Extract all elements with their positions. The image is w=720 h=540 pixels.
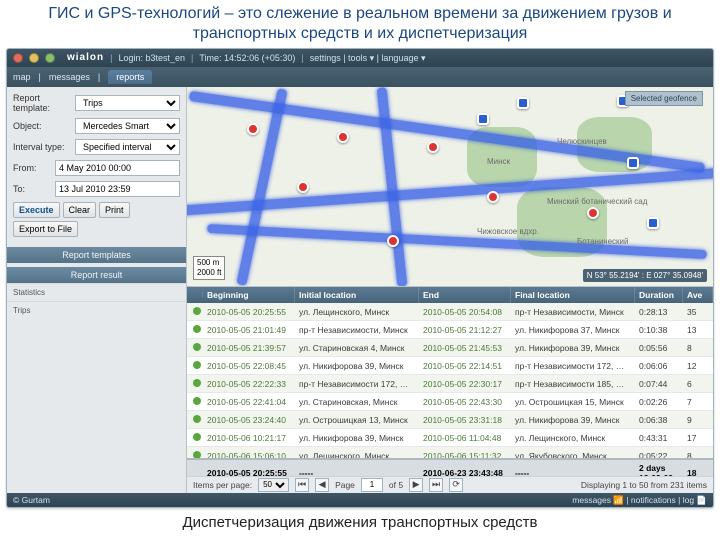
window-controls: [13, 53, 58, 66]
time-label: Time: 14:52:06 (+05:30): [199, 49, 295, 67]
report-form: Report template: Trips Object: Mercedes …: [7, 87, 186, 243]
trips-row[interactable]: Trips: [7, 301, 186, 319]
geofence-label: Selected geofence: [625, 91, 703, 106]
table-row[interactable]: 2010-05-06 10:21:17ул. Никифорова 39, Ми…: [187, 429, 713, 447]
tab-messages[interactable]: messages: [49, 72, 90, 82]
print-button[interactable]: Print: [99, 202, 130, 218]
page-of: of 5: [389, 480, 403, 490]
maximize-icon[interactable]: [45, 53, 55, 63]
tab-reports[interactable]: reports: [108, 70, 152, 84]
table-header: Beginning Initial location End Final loc…: [187, 287, 713, 303]
tab-map[interactable]: map: [13, 72, 31, 82]
map[interactable]: Минск Челюскинцев Минский ботанический с…: [187, 87, 713, 287]
prev-page-button[interactable]: ◀: [315, 478, 329, 492]
report-result-header[interactable]: Report result: [7, 267, 186, 283]
to-label: To:: [13, 184, 51, 194]
trips-table: Beginning Initial location End Final loc…: [187, 287, 713, 493]
object-label: Object:: [13, 121, 71, 131]
table-row[interactable]: 2010-05-05 23:24:40ул. Острошицкая 13, М…: [187, 411, 713, 429]
template-label: Report template:: [13, 93, 71, 113]
pager-display: Displaying 1 to 50 from 231 items: [581, 480, 707, 490]
from-label: From:: [13, 163, 51, 173]
table-row[interactable]: 2010-05-05 21:01:49пр-т Независимости, М…: [187, 321, 713, 339]
slide-title: ГИС и GPS-технологий – это слежение в ре…: [0, 0, 720, 46]
topbar-links[interactable]: settings | tools ▾ | language ▾: [310, 49, 426, 67]
login-label: Login: b3test_en: [118, 49, 185, 67]
map-scale: 500 m2000 ft: [193, 256, 225, 280]
page-input[interactable]: [361, 478, 383, 492]
from-input[interactable]: [55, 160, 180, 176]
next-page-button[interactable]: ▶: [409, 478, 423, 492]
clear-button[interactable]: Clear: [63, 202, 97, 218]
first-page-button[interactable]: ⏮: [295, 478, 309, 492]
table-summary: 2010-05-05 20:25:55 ----- 2010-06-23 23:…: [187, 458, 713, 476]
status-dot-icon: [193, 451, 201, 458]
to-input[interactable]: [55, 181, 180, 197]
refresh-button[interactable]: ⟳: [449, 478, 463, 492]
copyright: © Gurtam: [13, 493, 50, 507]
sidebar: Report template: Trips Object: Mercedes …: [7, 87, 187, 493]
items-per-page-select[interactable]: 50: [258, 478, 289, 492]
table-row[interactable]: 2010-05-05 22:22:33пр-т Независимости 17…: [187, 375, 713, 393]
main-panel: Минск Челюскинцев Минский ботанический с…: [187, 87, 713, 493]
table-row[interactable]: 2010-05-05 22:41:04ул. Стариновская, Мин…: [187, 393, 713, 411]
status-dot-icon: [193, 433, 201, 441]
export-button[interactable]: Export to File: [13, 221, 78, 237]
items-per-page-label: Items per page:: [193, 480, 252, 490]
template-select[interactable]: Trips: [75, 95, 180, 111]
table-row[interactable]: 2010-05-05 20:25:55ул. Лещинского, Минск…: [187, 303, 713, 321]
app-window: wialon | Login: b3test_en | Time: 14:52:…: [6, 48, 714, 508]
interval-label: Interval type:: [13, 142, 71, 152]
pager: Items per page: 50 ⏮ ◀ Page of 5 ▶ ⏭ ⟳ D…: [187, 476, 713, 493]
status-dot-icon: [193, 361, 201, 369]
status-right[interactable]: messages 📶 | notifications | log 📄: [572, 493, 707, 507]
main-tabs: map | messages | reports: [7, 67, 713, 87]
status-dot-icon: [193, 343, 201, 351]
interval-select[interactable]: Specified interval: [75, 139, 180, 155]
last-page-button[interactable]: ⏭: [429, 478, 443, 492]
page-label: Page: [335, 480, 355, 490]
close-icon[interactable]: [13, 53, 23, 63]
topbar: wialon | Login: b3test_en | Time: 14:52:…: [7, 49, 713, 67]
table-row[interactable]: 2010-05-06 15:06:10ул. Лещинского, Минск…: [187, 447, 713, 458]
table-row[interactable]: 2010-05-05 21:39:57ул. Стариновская 4, М…: [187, 339, 713, 357]
object-select[interactable]: Mercedes Smart: [75, 118, 180, 134]
status-dot-icon: [193, 325, 201, 333]
report-templates-header[interactable]: Report templates: [7, 247, 186, 263]
minimize-icon[interactable]: [29, 53, 39, 63]
statusbar: © Gurtam messages 📶 | notifications | lo…: [7, 493, 713, 507]
execute-button[interactable]: Execute: [13, 202, 60, 218]
status-dot-icon: [193, 397, 201, 405]
status-dot-icon: [193, 379, 201, 387]
slide-caption: Диспетчеризация движения транспортных ср…: [0, 508, 720, 531]
table-row[interactable]: 2010-05-05 22:08:45ул. Никифорова 39, Ми…: [187, 357, 713, 375]
statistics-row[interactable]: Statistics: [7, 283, 186, 301]
map-coords: N 53° 55.2194' : E 027° 35.0948': [583, 269, 707, 282]
status-dot-icon: [193, 415, 201, 423]
logo: wialon: [67, 49, 104, 67]
status-dot-icon: [193, 307, 201, 315]
